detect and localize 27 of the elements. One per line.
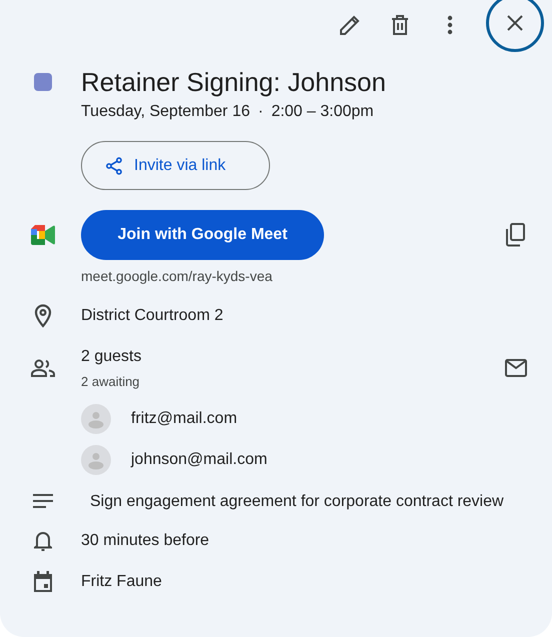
guest-email: johnson@mail.com <box>131 450 268 470</box>
video-call-icon <box>31 225 55 245</box>
people-icon <box>31 359 55 378</box>
guest-count: 2 guests <box>81 347 142 367</box>
avatar-icon <box>81 444 111 474</box>
event-description: Sign engagement agreement for corporate contract review <box>89 492 505 512</box>
meeting-url[interactable]: meet.google.com/ray-kyds-vea <box>81 266 552 287</box>
avatar-icon <box>81 404 111 434</box>
event-time: 2:00 – 3:00pm <box>271 102 374 122</box>
description-icon <box>33 494 53 508</box>
event-location: District Courtroom 2 <box>81 306 224 326</box>
event-date: Tuesday, September 16 <box>81 102 250 122</box>
bell-icon <box>34 530 52 552</box>
separator-dot: · <box>258 102 264 122</box>
share-icon <box>104 156 124 176</box>
calendar-owner: Fritz Faune <box>81 572 162 592</box>
guest-email: fritz@mail.com <box>131 408 238 428</box>
calendar-icon <box>33 570 53 592</box>
location-pin-icon <box>34 304 52 328</box>
copy-icon[interactable] <box>504 223 526 247</box>
event-title: Retainer Signing: Johnson <box>81 66 386 98</box>
reminder-text: 30 minutes before <box>81 530 210 550</box>
guest-status: 2 awaiting <box>81 373 141 391</box>
email-icon[interactable] <box>505 359 527 378</box>
join-meeting-button[interactable]: Join with Google Meet <box>81 210 324 260</box>
close-icon[interactable] <box>486 0 544 52</box>
invite-link-button[interactable]: Invite via link <box>81 141 270 190</box>
